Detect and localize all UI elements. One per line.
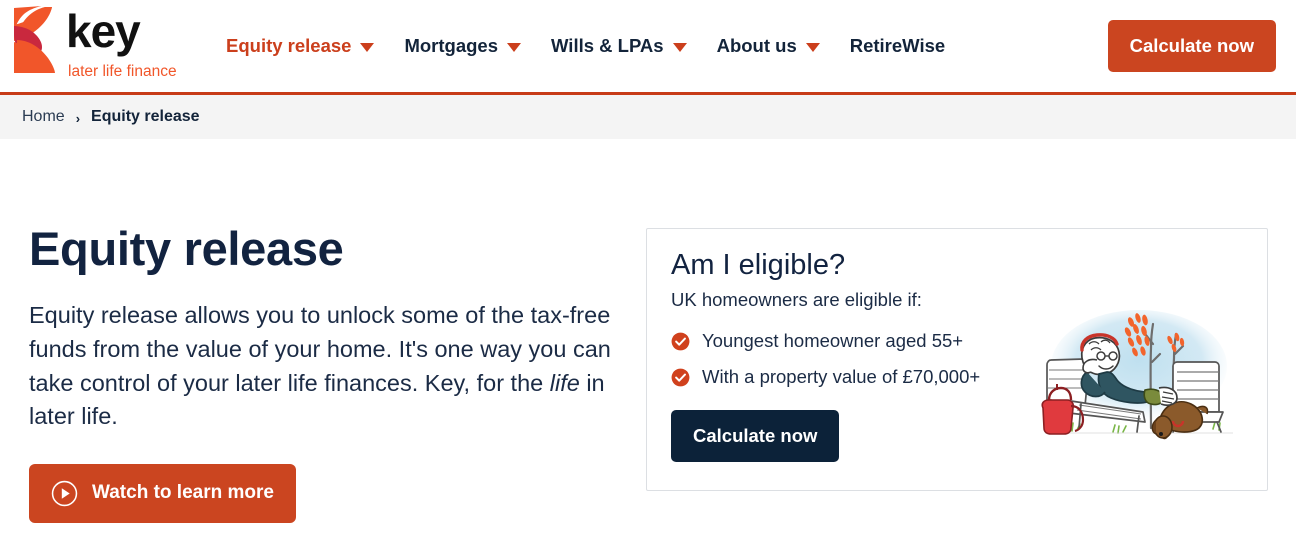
watch-to-learn-more-button[interactable]: Watch to learn more (29, 463, 296, 523)
main-navigation: Equity release Mortgages Wills & LPAs Ab… (226, 35, 1108, 57)
chevron-down-icon (805, 42, 820, 52)
nav-label: About us (716, 35, 797, 56)
page-title: Equity release (29, 222, 344, 275)
chevron-right-icon: › (75, 110, 81, 126)
list-item-label: Youngest homeowner aged 55+ (702, 330, 964, 352)
person-relaxing-garden-illustration (1041, 310, 1233, 440)
breadcrumb-link-home[interactable]: Home (22, 108, 65, 126)
nav-item-wills-lpas[interactable]: Wills & LPAs (551, 35, 687, 57)
header-calculate-now-button[interactable]: Calculate now (1107, 20, 1276, 72)
chevron-down-icon (672, 42, 687, 52)
logo-wordmark: key (66, 5, 141, 57)
breadcrumb-current-page: Equity release (91, 108, 200, 125)
hero-description: Equity release allows you to unlock some… (29, 299, 629, 433)
check-circle-icon (671, 368, 690, 387)
hero-text-column: Equity release Equity release allows you… (29, 224, 629, 523)
chevron-down-icon (360, 42, 375, 52)
list-item-label: With a property value of £70,000+ (702, 366, 981, 388)
nav-label: RetireWise (849, 35, 946, 56)
nav-item-equity-release[interactable]: Equity release (226, 35, 375, 57)
breadcrumb: Home › Equity release (0, 95, 1296, 139)
nav-label: Equity release (226, 35, 352, 56)
key-logo-icon (14, 6, 55, 73)
site-header: key later life finance Equity release Mo… (0, 0, 1296, 92)
card-calculate-now-button[interactable]: Calculate now (671, 410, 840, 463)
chevron-down-icon (507, 42, 521, 52)
hero-description-emphasis: life (549, 369, 580, 396)
check-circle-icon (671, 332, 690, 351)
nav-item-retirewise[interactable]: RetireWise (850, 35, 945, 57)
site-logo[interactable]: key later life finance (0, 0, 200, 92)
eligibility-card: Am I eligible? UK homeowners are eligibl… (646, 228, 1268, 491)
nav-label: Mortgages (404, 35, 498, 56)
nav-label: Wills & LPAs (551, 35, 664, 56)
play-circle-icon (51, 480, 78, 506)
logo-tagline: later life finance (68, 63, 177, 80)
nav-item-about-us[interactable]: About us (717, 35, 820, 57)
main-content: Equity release Equity release allows you… (0, 139, 1296, 550)
eligibility-card-title: Am I eligible? (671, 249, 846, 281)
hero-description-part1: Equity release allows you to unlock some… (29, 302, 611, 396)
watch-button-label: Watch to learn more (92, 482, 274, 504)
nav-item-mortgages[interactable]: Mortgages (404, 35, 521, 57)
